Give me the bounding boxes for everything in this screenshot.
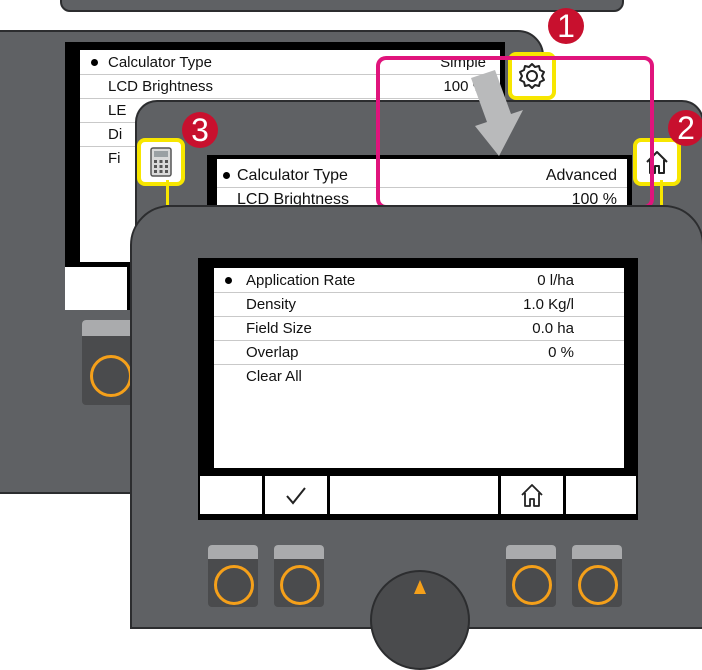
home-softkey[interactable] — [501, 476, 563, 514]
button-ring — [280, 565, 320, 605]
button-ring — [90, 355, 132, 397]
up-arrow-icon — [414, 580, 426, 594]
list-item[interactable]: Field Size 0.0 ha — [214, 316, 624, 341]
callout-3: 3 — [182, 112, 218, 148]
calculator-button[interactable] — [137, 138, 185, 186]
selection-bullet — [225, 277, 232, 284]
home-icon — [521, 484, 543, 507]
calculator-icon — [150, 147, 172, 177]
softkey-5[interactable] — [566, 476, 636, 514]
softkey-1[interactable] — [200, 476, 262, 514]
button-ring — [578, 565, 618, 605]
list-item[interactable]: Overlap 0 % — [214, 340, 624, 365]
list-item[interactable]: Application Rate 0 l/ha — [214, 268, 624, 293]
back-softkey[interactable] — [65, 267, 127, 310]
button-ring — [512, 565, 552, 605]
hw-button-2[interactable] — [274, 545, 324, 607]
callout-1: 1 — [548, 8, 584, 44]
yellow-connector — [660, 180, 663, 205]
confirm-softkey[interactable] — [265, 476, 327, 514]
check-icon — [286, 487, 306, 505]
softkey-bar — [198, 472, 638, 518]
arrow-indicator — [471, 70, 523, 156]
list-item[interactable]: Density 1.0 Kg/l — [214, 292, 624, 317]
selection-bullet — [223, 172, 230, 179]
button-ring — [214, 565, 254, 605]
hw-button-4[interactable] — [506, 545, 556, 607]
callout-2: 2 — [668, 110, 702, 146]
list-item[interactable]: Clear All — [214, 364, 624, 388]
yellow-connector — [166, 180, 169, 205]
navigation-dial[interactable] — [370, 570, 470, 670]
softkey-3[interactable] — [330, 476, 498, 514]
hw-button-1[interactable] — [208, 545, 258, 607]
selection-bullet — [91, 59, 98, 66]
device-top-edge — [60, 0, 624, 12]
hw-button-5[interactable] — [572, 545, 622, 607]
